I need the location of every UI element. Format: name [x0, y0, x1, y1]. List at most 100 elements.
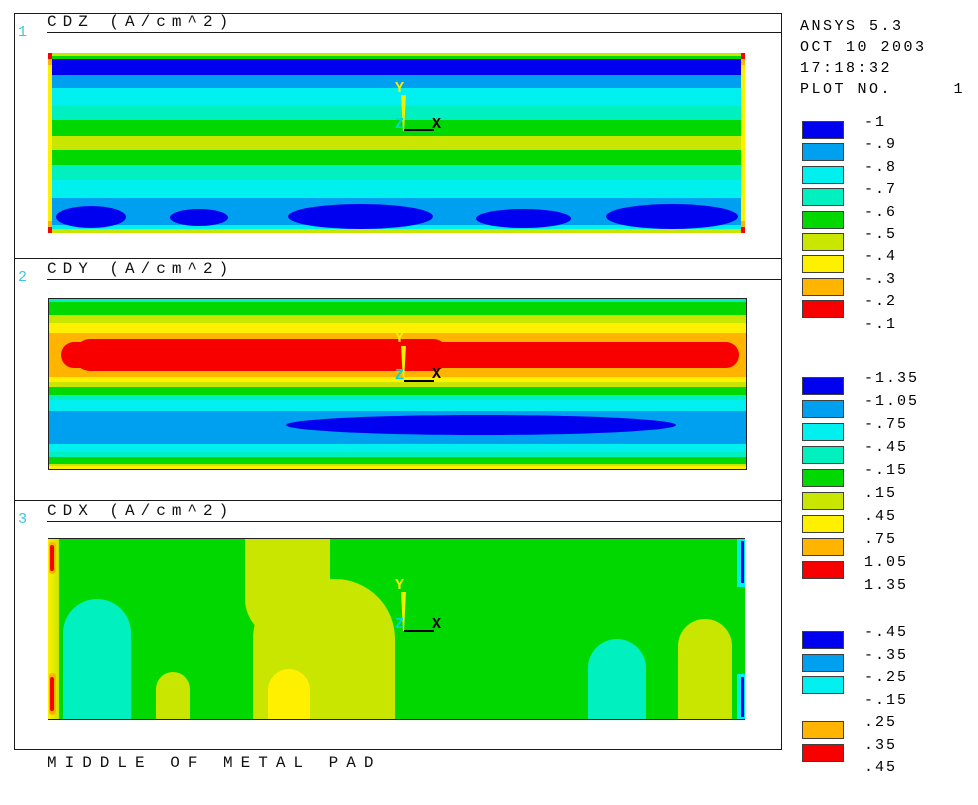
contour-blob: [678, 619, 732, 719]
triad-x-label: X: [432, 616, 441, 633]
ansys-graphics-window: 1 CDZ (A/cm^2) Y Z X 2 CDY (A/cm^2) Y Z …: [0, 0, 978, 805]
title-underline: [47, 279, 781, 280]
triad-z-label: Z: [395, 367, 404, 384]
contour-blob: [476, 209, 571, 228]
triad-y-label: Y: [395, 80, 404, 97]
contour-blob: [56, 206, 126, 228]
triad-y-label: Y: [395, 577, 404, 594]
triad-x-label: X: [432, 116, 441, 133]
legend-swatch: [802, 377, 844, 395]
triad-x-arrow: [404, 129, 434, 131]
title-underline: [47, 521, 781, 522]
plot-date: OCT 10 2003: [800, 37, 965, 58]
legend-swatch: [802, 121, 844, 139]
info-panel: ANSYS 5.3 OCT 10 2003 17:18:32 PLOT NO. …: [800, 16, 965, 100]
contour-plot-cdy: [48, 298, 747, 470]
legend-value: .15: [864, 485, 897, 502]
contour-blob: [50, 545, 54, 571]
legend-swatch: [802, 538, 844, 556]
legend-swatch: [802, 744, 844, 762]
triad-x-arrow: [404, 380, 434, 382]
legend-swatch: [802, 143, 844, 161]
triad-y-label: Y: [395, 330, 404, 347]
legend-value: .35: [864, 737, 897, 754]
contour-blob: [588, 639, 646, 719]
legend-value: -.15: [864, 692, 908, 709]
legend-value: .45: [864, 759, 897, 776]
legend-swatch: [802, 166, 844, 184]
plot-number-label: PLOT NO.: [800, 79, 892, 100]
legend-swatch: [802, 654, 844, 672]
contour-blob: [741, 677, 744, 717]
legend-value: -1.05: [864, 393, 919, 410]
legend-swatch: [802, 721, 844, 739]
legend-swatch: [802, 469, 844, 487]
legend-swatch: [802, 631, 844, 649]
triad-z-label: Z: [395, 116, 404, 133]
legend-value: -.4: [864, 248, 897, 265]
legend-value: .25: [864, 714, 897, 731]
legend-value: -.3: [864, 271, 897, 288]
legend-value: .45: [864, 508, 897, 525]
plot-title-cdz: CDZ (A/cm^2): [47, 13, 234, 31]
contour-blob: [606, 204, 738, 229]
triad-x-label: X: [432, 366, 441, 383]
legend-value: .75: [864, 531, 897, 548]
legend-value: -.45: [864, 624, 908, 641]
legend-value: -.7: [864, 181, 897, 198]
legend-value: -.8: [864, 159, 897, 176]
legend-swatch: [802, 233, 844, 251]
legend-value: -.2: [864, 293, 897, 310]
contour-blob: [170, 209, 228, 226]
viewport-separator: [14, 258, 781, 259]
product-version: ANSYS 5.3: [800, 16, 965, 37]
pad-edge-strip: [48, 53, 52, 233]
contour-blob: [63, 599, 131, 719]
viewport-number-3: 3: [18, 511, 27, 528]
triad-z-label: Z: [395, 616, 404, 633]
legend-swatch: [802, 561, 844, 579]
viewport-number-1: 1: [18, 24, 27, 41]
legend-swatch: [802, 400, 844, 418]
legend-value: -1: [864, 114, 886, 131]
contour-blob: [156, 672, 190, 719]
legend-value: -.6: [864, 204, 897, 221]
plot-time: 17:18:32: [800, 58, 965, 79]
legend-value: -.45: [864, 439, 908, 456]
legend-swatch: [802, 188, 844, 206]
viewport-number-2: 2: [18, 269, 27, 286]
contour-blob: [741, 541, 744, 583]
plot-title-cdx: CDX (A/cm^2): [47, 502, 234, 520]
legend-swatch: [802, 423, 844, 441]
plot-title-cdy: CDY (A/cm^2): [47, 260, 234, 278]
legend-value: -.25: [864, 669, 908, 686]
legend-value: -.15: [864, 462, 908, 479]
legend-swatch: [802, 300, 844, 318]
legend-swatch: [802, 492, 844, 510]
plot-number-row: PLOT NO. 1: [800, 79, 965, 100]
contour-blob: [286, 415, 676, 435]
legend-swatch: [802, 676, 844, 694]
legend-value: -.5: [864, 226, 897, 243]
legend-swatch: [802, 211, 844, 229]
plot-caption: MIDDLE OF METAL PAD: [47, 754, 381, 772]
legend-value: -.1: [864, 316, 897, 333]
legend-swatch: [802, 278, 844, 296]
plot-number-value: 1: [953, 79, 965, 100]
title-underline: [47, 32, 781, 33]
legend-swatch: [802, 255, 844, 273]
legend-value: -.9: [864, 136, 897, 153]
pad-edge-strip: [741, 53, 745, 233]
viewport-separator: [14, 500, 781, 501]
contour-blob: [50, 677, 54, 711]
legend-swatch: [802, 515, 844, 533]
legend-value: -1.35: [864, 370, 919, 387]
triad-x-arrow: [404, 630, 434, 632]
legend-swatch: [802, 446, 844, 464]
legend-value: 1.35: [864, 577, 908, 594]
contour-blob: [288, 204, 433, 229]
legend-value: 1.05: [864, 554, 908, 571]
legend-value: -.75: [864, 416, 908, 433]
contour-blob: [268, 669, 310, 719]
legend-value: -.35: [864, 647, 908, 664]
